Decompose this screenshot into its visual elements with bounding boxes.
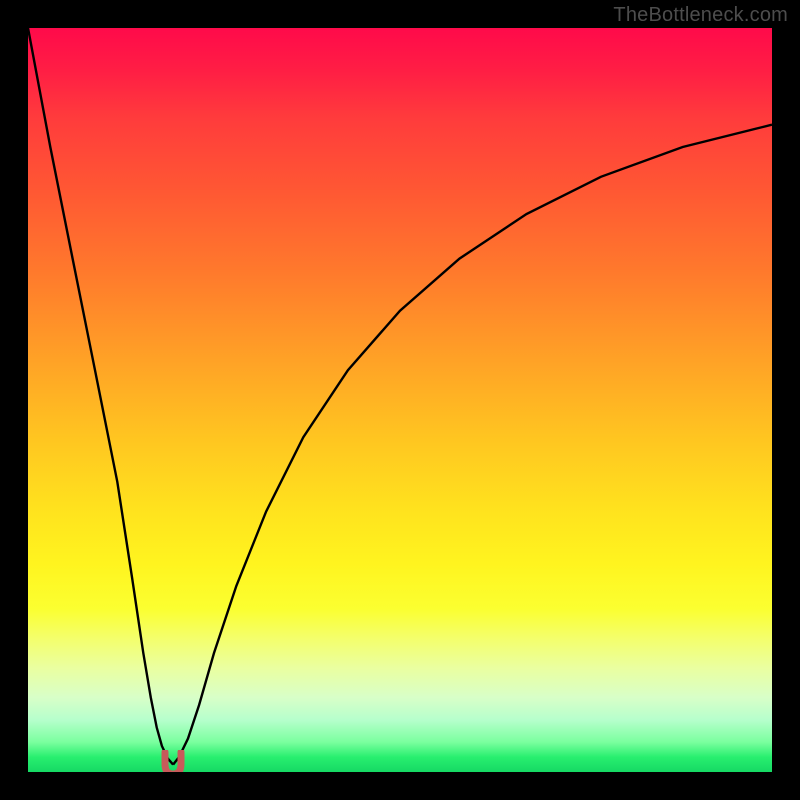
bottleneck-curve [28, 28, 772, 772]
curve-left-branch [28, 28, 173, 765]
chart-frame: TheBottleneck.com [0, 0, 800, 800]
watermark-text: TheBottleneck.com [613, 4, 788, 27]
plot-area [28, 28, 772, 772]
curve-right-branch [173, 125, 772, 765]
